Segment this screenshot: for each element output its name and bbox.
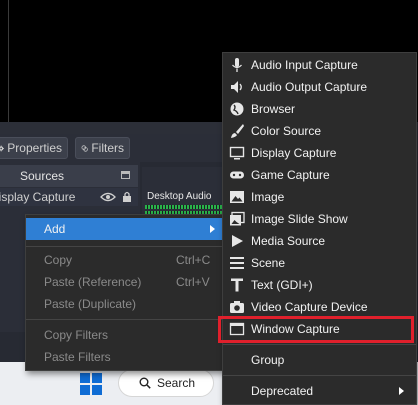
menu-separator	[223, 375, 416, 376]
submenu-item-browser[interactable]: Browser	[223, 98, 416, 120]
menu-item-paste-filters[interactable]: Paste Filters	[26, 346, 223, 368]
submenu-item-label: Deprecated	[251, 384, 314, 398]
volume-meter	[145, 205, 224, 209]
menu-item-label: Copy	[44, 253, 73, 267]
paintbrush-icon	[231, 124, 244, 138]
context-menu: Add Copy Ctrl+C Paste (Reference) Ctrl+V…	[25, 214, 224, 371]
submenu-item-deprecated[interactable]: Deprecated	[223, 380, 416, 402]
search-label: Search	[157, 376, 196, 390]
submenu-item-label: Scene	[251, 256, 286, 270]
submenu-item-label: Audio Output Capture	[251, 80, 368, 94]
menu-item-paste-duplicate[interactable]: Paste (Duplicate)	[26, 293, 223, 315]
menu-item-label: Paste (Reference)	[44, 275, 142, 289]
menu-separator	[223, 344, 416, 345]
submenu-item-text-gdi[interactable]: Text (GDI+)	[223, 274, 416, 296]
highlight-annotation	[218, 316, 414, 343]
taskbar-search[interactable]: Search	[118, 369, 214, 397]
submenu-item-label: Browser	[251, 102, 296, 116]
submenu-item-label: Audio Input Capture	[251, 58, 358, 72]
submenu-item-game-capture[interactable]: Game Capture	[223, 164, 416, 186]
search-icon	[139, 377, 151, 389]
mixer-label: Desktop Audio	[147, 191, 212, 202]
properties-label: Properties	[7, 141, 62, 155]
monitor-icon	[229, 146, 245, 160]
menu-item-copy-filters[interactable]: Copy Filters	[26, 324, 223, 346]
sources-title: Sources	[20, 169, 65, 183]
submenu-item-scene[interactable]: Scene	[223, 252, 416, 274]
menu-separator	[26, 246, 223, 247]
submenu-item-audio-input-capture[interactable]: Audio Input Capture	[223, 54, 416, 76]
source-row-label: Display Capture	[0, 190, 76, 204]
filter-icon	[81, 144, 88, 152]
properties-button[interactable]: Properties	[0, 137, 68, 159]
menu-item-label: Paste Filters	[44, 350, 111, 364]
menu-shortcut: Ctrl+V	[176, 275, 210, 289]
menu-item-paste-reference[interactable]: Paste (Reference) Ctrl+V	[26, 271, 223, 293]
submenu-item-video-capture-device[interactable]: Video Capture Device	[223, 296, 416, 318]
eye-icon[interactable]	[100, 191, 116, 203]
submenu-item-label: Media Source	[251, 234, 326, 248]
globe-icon	[230, 102, 244, 116]
submenu-item-image[interactable]: Image	[223, 186, 416, 208]
submenu-item-group[interactable]: Group	[223, 349, 416, 371]
sources-header: Sources	[0, 165, 138, 187]
submenu-item-label: Image	[251, 190, 285, 204]
submenu-item-display-capture[interactable]: Display Capture	[223, 142, 416, 164]
menu-item-label: Copy Filters	[44, 328, 109, 342]
submenu-item-audio-output-capture[interactable]: Audio Output Capture	[223, 76, 416, 98]
menu-item-label: Add	[44, 222, 66, 236]
menu-item-copy[interactable]: Copy Ctrl+C	[26, 249, 223, 271]
image-icon	[230, 191, 244, 203]
dock-icon[interactable]	[121, 171, 130, 179]
menu-shortcut: Ctrl+C	[176, 253, 211, 267]
speaker-icon	[231, 81, 242, 93]
microphone-icon	[232, 58, 242, 72]
gear-icon	[0, 145, 5, 151]
camera-icon	[230, 301, 244, 313]
menu-item-add[interactable]: Add	[26, 218, 223, 240]
submenu-item-label: Game Capture	[251, 168, 330, 182]
submenu-item-label: Group	[251, 353, 285, 367]
slideshow-icon	[230, 211, 245, 226]
submenu-item-color-source[interactable]: Color Source	[223, 120, 416, 142]
submenu-item-label: Video Capture Device	[251, 300, 368, 314]
menu-separator	[26, 319, 223, 320]
submenu-item-label: Display Capture	[251, 146, 337, 160]
play-icon	[232, 235, 243, 247]
filters-button[interactable]: Filters	[75, 137, 130, 159]
chevron-right-icon	[210, 225, 215, 233]
menu-item-label: Paste (Duplicate)	[44, 297, 137, 311]
gamepad-icon	[230, 171, 244, 179]
submenu-item-label: Text (GDI+)	[251, 278, 313, 292]
submenu-item-media-source[interactable]: Media Source	[223, 230, 416, 252]
filters-label: Filters	[91, 141, 124, 155]
submenu-item-label: Color Source	[251, 124, 322, 138]
lock-icon[interactable]	[122, 191, 132, 203]
text-icon	[231, 278, 243, 292]
windows-start-icon[interactable]	[80, 373, 102, 395]
submenu-item-label: Image Slide Show	[251, 212, 348, 226]
submenu-item-image-slide-show[interactable]: Image Slide Show	[223, 208, 416, 230]
add-source-submenu: Audio Input Capture Audio Output Capture…	[222, 52, 417, 405]
source-row-display-capture[interactable]: Display Capture	[0, 188, 138, 206]
chevron-right-icon	[399, 387, 404, 395]
list-icon	[230, 257, 244, 269]
